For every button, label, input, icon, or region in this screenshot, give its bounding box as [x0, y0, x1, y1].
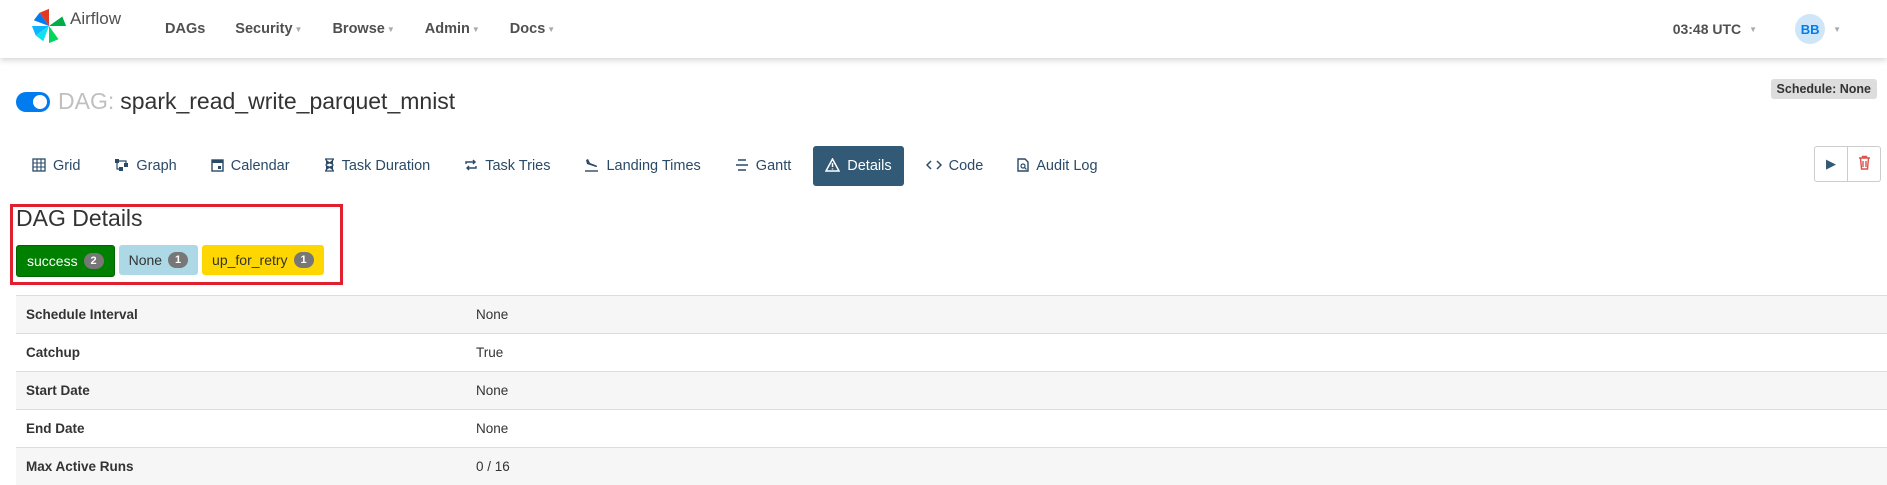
airflow-home-link[interactable]: Airflow — [30, 8, 121, 48]
nav-item-label: Docs — [510, 21, 545, 37]
detail-value: None — [466, 372, 1887, 410]
detail-key: Schedule Interval — [16, 296, 466, 334]
detail-value: True — [466, 334, 1887, 372]
detail-value: None — [466, 410, 1887, 448]
trash-icon — [1858, 155, 1871, 173]
state-label: success — [27, 253, 78, 269]
chevron-down-icon: ▼ — [1749, 25, 1757, 34]
tab-label: Details — [847, 158, 891, 174]
chevron-down-icon: ▼ — [547, 25, 555, 34]
state-count: 1 — [168, 252, 188, 268]
state-label: None — [129, 252, 162, 268]
audit-log-icon — [1017, 158, 1029, 175]
warning-icon — [825, 158, 840, 175]
detail-key: Start Date — [16, 372, 466, 410]
table-row: Max Active Runs0 / 16 — [16, 448, 1887, 485]
nav-item-label: DAGs — [165, 21, 205, 37]
detail-key: End Date — [16, 410, 466, 448]
dag-details-table: Schedule IntervalNoneCatchupTrueStart Da… — [16, 295, 1887, 485]
delete-dag-button[interactable] — [1848, 146, 1881, 182]
gantt-icon — [735, 158, 749, 175]
graph-icon — [114, 158, 129, 175]
tab-label: Graph — [136, 158, 176, 174]
detail-key: Max Active Runs — [16, 448, 466, 485]
current-time: 03:48 UTC — [1673, 21, 1741, 37]
tab-task-duration[interactable]: Task Duration — [312, 146, 443, 186]
timezone-dropdown[interactable]: 03:48 UTC ▼ — [1673, 21, 1757, 37]
tab-label: Landing Times — [606, 158, 700, 174]
dag-label: DAG: — [58, 88, 114, 115]
dag-header: DAG: spark_read_write_parquet_mnist — [16, 88, 455, 115]
state-count: 1 — [294, 252, 314, 268]
hourglass-icon — [324, 158, 335, 175]
detail-value: 0 / 16 — [466, 448, 1887, 485]
repeat-icon — [464, 158, 478, 175]
play-icon: ▶ — [1826, 156, 1836, 172]
tab-code[interactable]: Code — [914, 146, 996, 186]
plane-landing-icon — [584, 158, 599, 175]
table-row: Start DateNone — [16, 372, 1887, 410]
state-badge-success[interactable]: success 2 — [16, 245, 115, 277]
dag-pause-toggle[interactable] — [16, 92, 50, 112]
nav-item-label: Admin — [425, 21, 470, 37]
state-label: up_for_retry — [212, 252, 287, 268]
table-row: CatchupTrue — [16, 334, 1887, 372]
tab-task-tries[interactable]: Task Tries — [452, 146, 562, 186]
state-badge-none[interactable]: None 1 — [119, 245, 198, 275]
tab-label: Grid — [53, 158, 80, 174]
chevron-down-icon: ▼ — [295, 25, 303, 34]
top-navbar: Airflow DAGsSecurity▼Browse▼Admin▼Docs▼ … — [0, 0, 1887, 58]
main-menu: DAGsSecurity▼Browse▼Admin▼Docs▼ — [165, 0, 585, 58]
schedule-badge: Schedule: None — [1771, 79, 1877, 99]
airflow-logo-icon — [30, 7, 68, 50]
tab-label: Gantt — [756, 158, 791, 174]
chevron-down-icon: ▼ — [1833, 25, 1841, 34]
grid-icon — [32, 158, 46, 175]
tab-graph[interactable]: Graph — [102, 146, 188, 186]
tab-audit-log[interactable]: Audit Log — [1005, 146, 1109, 186]
dag-view-tabs: Grid Graph Calendar Task Duration Task Tries… — [20, 146, 1120, 186]
nav-item-docs[interactable]: Docs▼ — [510, 21, 555, 37]
table-row: Schedule IntervalNone — [16, 296, 1887, 334]
chevron-down-icon: ▼ — [387, 25, 395, 34]
detail-key: Catchup — [16, 334, 466, 372]
details-title: DAG Details — [16, 205, 143, 232]
tab-label: Calendar — [231, 158, 290, 174]
task-state-summary: success 2 None 1 up_for_retry 1 — [16, 245, 328, 277]
chevron-down-icon: ▼ — [472, 25, 480, 34]
tab-label: Audit Log — [1036, 158, 1097, 174]
tab-details[interactable]: Details — [813, 146, 903, 186]
code-icon — [926, 158, 942, 175]
nav-item-browse[interactable]: Browse▼ — [332, 21, 394, 37]
tab-landing-times[interactable]: Landing Times — [572, 146, 712, 186]
nav-item-label: Security — [235, 21, 292, 37]
state-badge-up-for-retry[interactable]: up_for_retry 1 — [202, 245, 323, 275]
brand-name: Airflow — [70, 9, 121, 29]
user-avatar[interactable]: BB — [1795, 14, 1825, 44]
dag-id-title: spark_read_write_parquet_mnist — [120, 88, 455, 115]
tab-label: Task Tries — [485, 158, 550, 174]
tab-label: Code — [949, 158, 984, 174]
tab-calendar[interactable]: Calendar — [199, 146, 302, 186]
state-count: 2 — [84, 253, 104, 269]
nav-item-label: Browse — [332, 21, 384, 37]
nav-item-security[interactable]: Security▼ — [235, 21, 302, 37]
nav-item-admin[interactable]: Admin▼ — [425, 21, 480, 37]
table-row: End DateNone — [16, 410, 1887, 448]
tab-gantt[interactable]: Gantt — [723, 146, 803, 186]
detail-value: None — [466, 296, 1887, 334]
dag-actions: ▶ — [1814, 146, 1881, 182]
calendar-icon — [211, 158, 224, 175]
nav-item-dags[interactable]: DAGs — [165, 21, 205, 37]
tab-label: Task Duration — [342, 158, 431, 174]
trigger-dag-button[interactable]: ▶ — [1814, 146, 1848, 182]
tab-grid[interactable]: Grid — [20, 146, 92, 186]
